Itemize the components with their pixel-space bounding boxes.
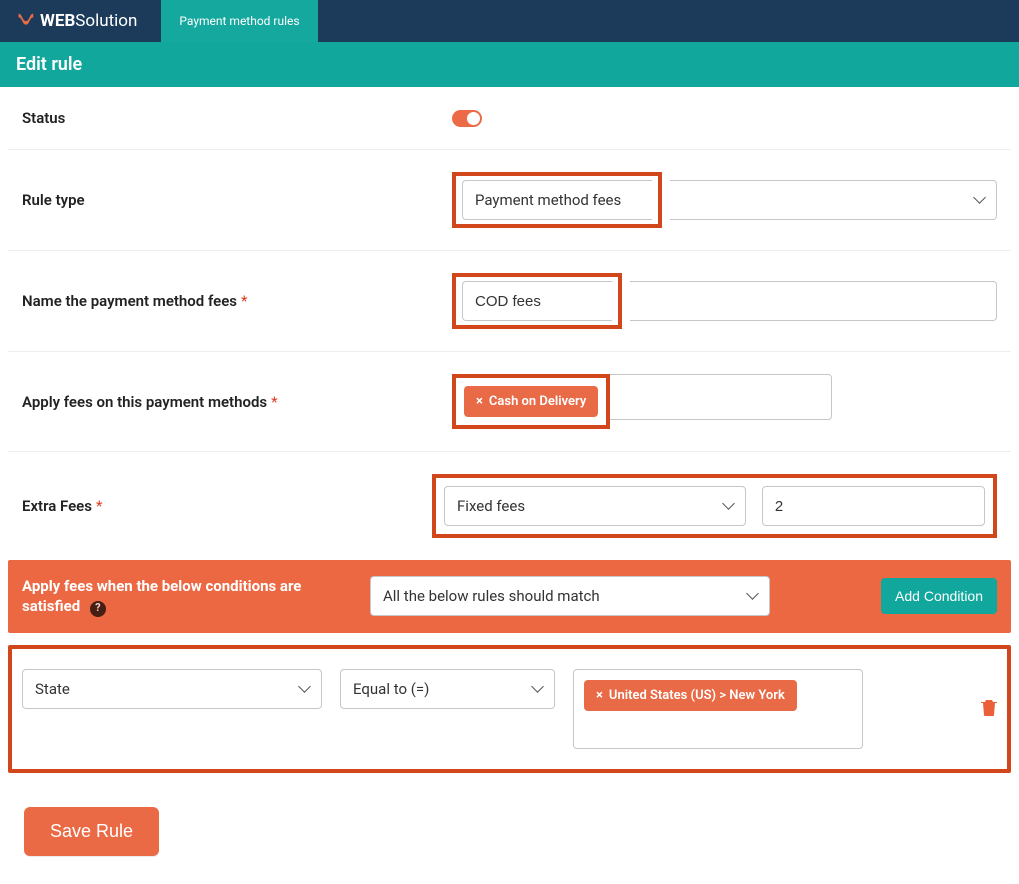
logo-text: WEBSolution (40, 11, 137, 31)
save-rule-button[interactable]: Save Rule (24, 807, 159, 856)
label-extra-fees: Extra Fees* (22, 497, 432, 515)
tab-payment-method-rules[interactable]: Payment method rules (161, 0, 317, 42)
highlight-extra-fees: Fixed fees (432, 474, 997, 538)
logo-icon (14, 10, 36, 32)
status-toggle[interactable] (452, 110, 482, 127)
conditions-header-label: Apply fees when the below conditions are… (22, 576, 352, 617)
label-rule-type: Rule type (22, 191, 452, 209)
condition-operator-select[interactable]: Equal to (=) (340, 669, 555, 709)
row-status: Status (8, 87, 1011, 150)
name-fees-input[interactable] (462, 281, 612, 321)
extra-fees-type-select[interactable]: Fixed fees (444, 486, 746, 526)
chevron-down-icon (533, 680, 542, 698)
condition-value-chip-label: United States (US) > New York (609, 688, 785, 703)
highlight-rule-type: Payment method fees (452, 172, 662, 228)
highlight-apply-methods: × Cash on Delivery (452, 374, 610, 429)
extra-fees-type-value: Fixed fees (457, 497, 525, 515)
label-apply-methods: Apply fees on this payment methods* (22, 393, 452, 411)
top-bar: WEBSolution Payment method rules (0, 0, 1019, 42)
rule-form: Status Rule type Payment method fees Nam… (0, 87, 1019, 560)
payment-methods-area[interactable] (610, 374, 832, 420)
condition-value-area[interactable]: × United States (US) > New York (573, 669, 863, 749)
chevron-down-icon (724, 497, 733, 515)
extra-fees-amount-input[interactable] (762, 486, 985, 526)
chevron-down-icon (748, 587, 757, 605)
conditions-match-mode-value: All the below rules should match (383, 587, 600, 605)
close-icon[interactable]: × (596, 688, 603, 703)
add-condition-button[interactable]: Add Condition (881, 578, 997, 614)
label-name-fees: Name the payment method fees* (22, 292, 452, 310)
help-icon[interactable]: ? (90, 601, 106, 617)
name-fees-input-extend[interactable] (630, 281, 997, 321)
condition-value-chip[interactable]: × United States (US) > New York (584, 680, 797, 711)
trash-icon[interactable] (981, 698, 997, 720)
close-icon[interactable]: × (476, 394, 483, 409)
label-status: Status (22, 109, 452, 127)
chevron-down-icon (300, 680, 309, 698)
rule-type-select-extend[interactable] (670, 180, 997, 220)
condition-field-select[interactable]: State (22, 669, 322, 709)
row-apply-methods: Apply fees on this payment methods* × Ca… (8, 352, 1011, 452)
rule-type-value: Payment method fees (475, 191, 621, 209)
condition-row: State Equal to (=) × United States (US) … (8, 645, 1011, 773)
conditions-header: Apply fees when the below conditions are… (8, 560, 1011, 633)
logo: WEBSolution (0, 0, 151, 42)
chevron-down-icon (975, 191, 984, 209)
condition-field-value: State (35, 680, 70, 698)
rule-type-select[interactable]: Payment method fees (462, 180, 652, 220)
highlight-name-fees (452, 273, 622, 329)
row-rule-type: Rule type Payment method fees (8, 150, 1011, 251)
form-footer: Save Rule (0, 773, 1019, 884)
payment-method-chip[interactable]: × Cash on Delivery (464, 386, 598, 417)
conditions-match-mode-select[interactable]: All the below rules should match (370, 576, 770, 616)
row-extra-fees: Extra Fees* Fixed fees (8, 452, 1011, 560)
condition-operator-value: Equal to (=) (353, 680, 429, 698)
row-name-fees: Name the payment method fees* (8, 251, 1011, 352)
page-title: Edit rule (0, 42, 1019, 87)
payment-method-chip-label: Cash on Delivery (489, 394, 586, 409)
